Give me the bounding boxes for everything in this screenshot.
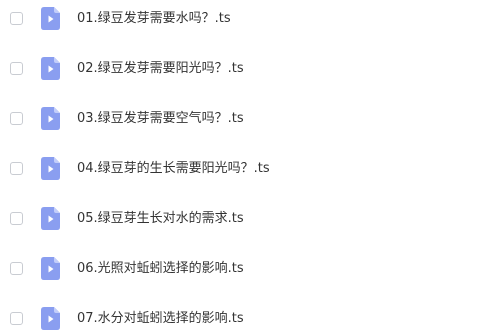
file-name[interactable]: 01.绿豆发芽需要水吗？.ts bbox=[77, 10, 231, 27]
file-name[interactable]: 03.绿豆发芽需要空气吗？.ts bbox=[77, 110, 244, 127]
row-checkbox[interactable] bbox=[10, 62, 23, 75]
file-row[interactable]: 01.绿豆发芽需要水吗？.ts bbox=[0, 4, 480, 34]
file-name[interactable]: 07.水分对蚯蚓选择的影响.ts bbox=[77, 310, 244, 327]
file-row[interactable]: 03.绿豆发芽需要空气吗？.ts bbox=[0, 104, 480, 134]
file-row[interactable]: 05.绿豆芽生长对水的需求.ts bbox=[0, 204, 480, 234]
file-name[interactable]: 05.绿豆芽生长对水的需求.ts bbox=[77, 210, 244, 227]
row-checkbox[interactable] bbox=[10, 112, 23, 125]
video-file-icon bbox=[41, 107, 60, 130]
file-name[interactable]: 04.绿豆芽的生长需要阳光吗？.ts bbox=[77, 160, 270, 177]
video-file-icon bbox=[41, 307, 60, 330]
file-row[interactable]: 02.绿豆发芽需要阳光吗？.ts bbox=[0, 54, 480, 84]
video-file-icon bbox=[41, 157, 60, 180]
file-name[interactable]: 06.光照对蚯蚓选择的影响.ts bbox=[77, 260, 244, 277]
row-checkbox[interactable] bbox=[10, 162, 23, 175]
file-row[interactable]: 07.水分对蚯蚓选择的影响.ts bbox=[0, 304, 480, 334]
file-row[interactable]: 06.光照对蚯蚓选择的影响.ts bbox=[0, 254, 480, 284]
file-row[interactable]: 04.绿豆芽的生长需要阳光吗？.ts bbox=[0, 154, 480, 184]
video-file-icon bbox=[41, 7, 60, 30]
video-file-icon bbox=[41, 207, 60, 230]
row-checkbox[interactable] bbox=[10, 312, 23, 325]
file-name[interactable]: 02.绿豆发芽需要阳光吗？.ts bbox=[77, 60, 244, 77]
video-file-icon bbox=[41, 57, 60, 80]
video-file-icon bbox=[41, 257, 60, 280]
row-checkbox[interactable] bbox=[10, 262, 23, 275]
row-checkbox[interactable] bbox=[10, 212, 23, 225]
row-checkbox[interactable] bbox=[10, 12, 23, 25]
